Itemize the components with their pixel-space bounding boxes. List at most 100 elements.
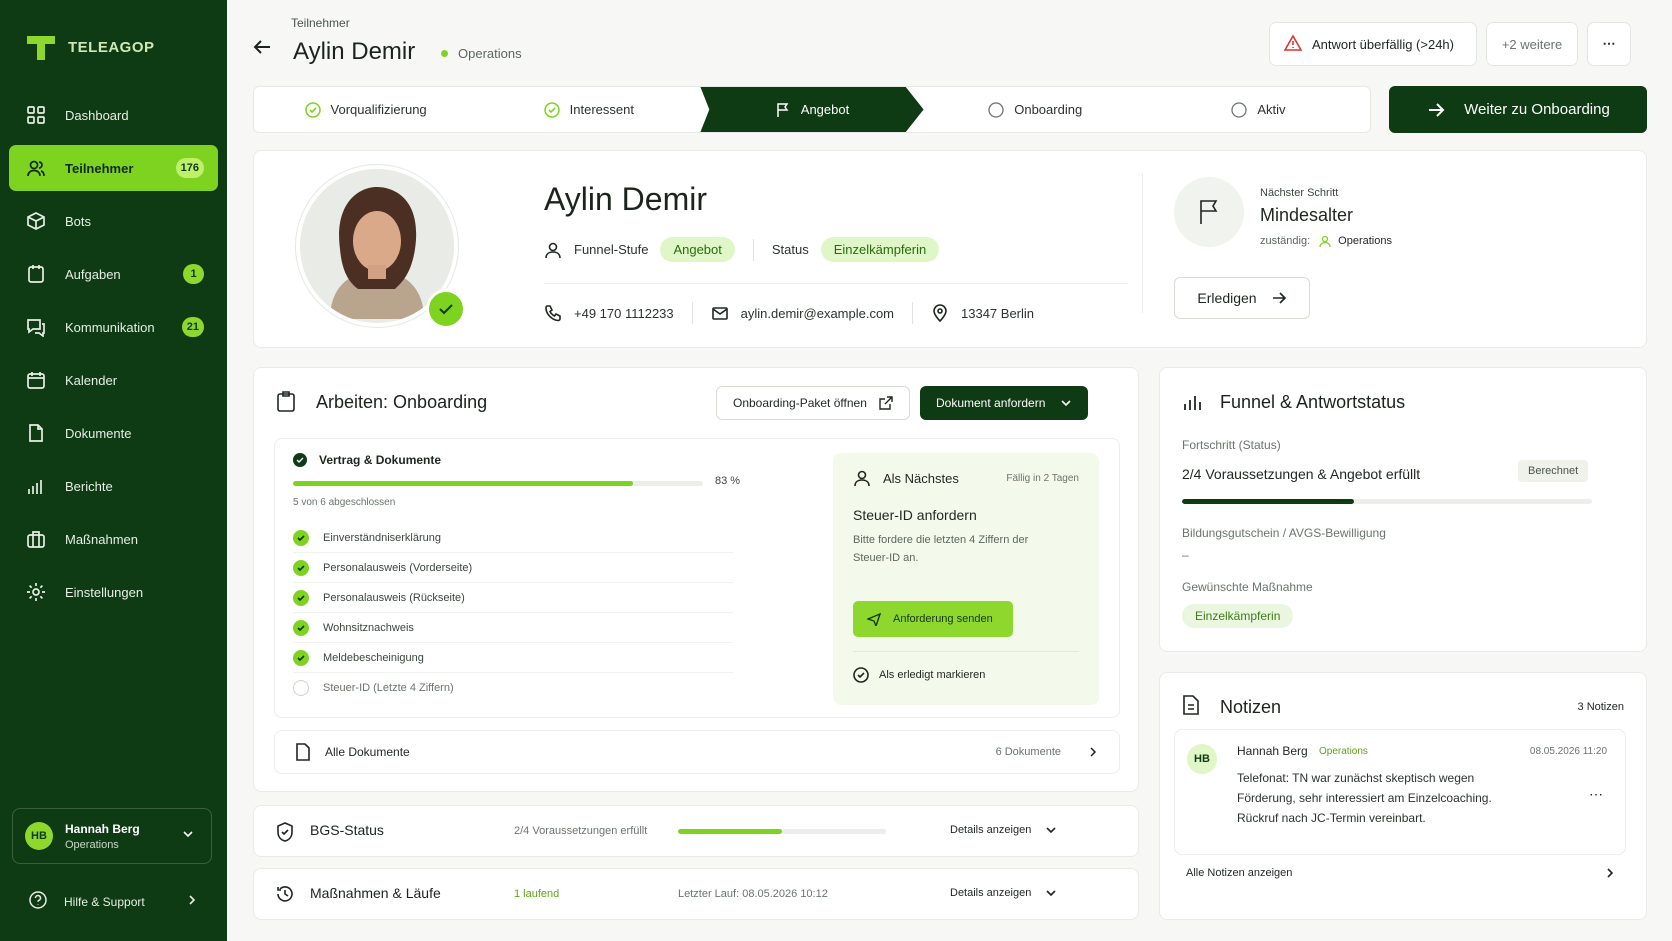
step-angebot[interactable]: Angebot [700,87,924,132]
step-label: Aktiv [1257,102,1286,117]
arrow-right-icon [1429,102,1445,117]
open-package-button[interactable]: Onboarding-Paket öffnen [716,386,910,420]
email-link[interactable]: aylin.demir@example.com [741,306,894,321]
step-aktiv[interactable]: Aktiv [1147,87,1370,132]
sidebar-item-kommunikation[interactable]: Kommunikation 21 [9,304,218,350]
divider [752,238,754,261]
request-document-dropdown[interactable]: Dokument anfordern [920,386,1088,420]
divider [1142,173,1143,313]
sidebar-item-bots[interactable]: Bots [9,198,218,244]
sidebar: TELEAGOP Dashboard Teilnehmer 176 Bots A… [0,0,227,941]
sidebar-item-teilnehmer[interactable]: Teilnehmer 176 [9,145,218,191]
status-badge: Einzelkämpferin [820,237,940,262]
more-options-icon[interactable]: ⋯ [1589,786,1603,803]
user-menu[interactable]: HB Hannah Berg Operations [12,808,212,864]
item-label: Personalausweis (Vorderseite) [323,561,473,574]
document-icon [296,743,310,761]
send-request-button[interactable]: Anforderung senden [853,601,1013,637]
documents-progress-bar [293,481,703,486]
arrow-right-icon [1272,292,1286,304]
next-stage-button[interactable]: Weiter zu Onboarding [1389,86,1647,133]
step-vorqualifizierung[interactable]: Vorqualifizierung [254,87,477,132]
bgs-summary: 2/4 Voraussetzungen erfüllt [514,825,648,837]
check-circle-icon [293,453,307,467]
note-item[interactable]: HB Hannah Berg Operations 08.05.2026 11:… [1174,729,1626,855]
details-toggle[interactable]: Details anzeigen [950,824,1057,836]
logo[interactable]: TELEAGOP [24,30,155,64]
flag-icon [777,102,789,117]
step-onboarding[interactable]: Onboarding [924,87,1147,132]
list-item[interactable]: Einverständniserklärung [293,523,733,553]
item-label: Einverständniserklärung [323,531,442,544]
funnel-stage-label: Funnel-Stufe [574,242,649,257]
row-title: Maßnahmen & Läufe [310,885,441,901]
sidebar-item-label: Bots [65,213,92,229]
details-toggle[interactable]: Details anzeigen [950,887,1057,899]
step-label: Onboarding [1014,102,1083,117]
last-run: Letzter Lauf: 08.05.2026 10:12 [678,888,828,900]
sidebar-item-dokumente[interactable]: Dokumente [9,410,218,456]
chevron-right-icon [1607,868,1614,878]
chevron-right-icon [1090,747,1097,757]
calendar-icon [25,369,47,391]
all-documents-row[interactable]: Alle Dokumente 6 Dokumente [274,730,1120,774]
sidebar-item-massnahmen[interactable]: Maßnahmen [9,516,218,562]
help-support-link[interactable]: Hilfe & Support [28,890,198,913]
tasks-icon [25,263,47,285]
owner-value: Operations [1338,235,1392,247]
list-item[interactable]: Meldebescheinigung [293,643,733,673]
next-action-panel: Als Nächstes Fällig in 2 Tagen Steuer-ID… [833,453,1099,705]
check-circle-icon [293,589,309,606]
sidebar-item-dashboard[interactable]: Dashboard [9,92,218,138]
overdue-alert-button[interactable]: Antwort überfällig (>24h) [1269,22,1477,66]
voucher-label: Bildungsgutschein / AVGS-Bewilligung [1182,526,1386,540]
step-label: Angebot [800,102,850,117]
chart-icon [25,475,47,497]
phone-link[interactable]: +49 170 1112233 [574,306,674,321]
location-icon [933,304,947,322]
logo-icon [27,36,55,60]
button-label: Dokument anfordern [936,396,1046,410]
bgs-status-row[interactable]: BGS-Status 2/4 Voraussetzungen erfüllt D… [253,805,1139,857]
sidebar-item-aufgaben[interactable]: Aufgaben 1 [9,251,218,297]
check-circle-icon [304,101,321,118]
count-badge: 21 [181,317,204,337]
step-interessent[interactable]: Interessent [477,87,700,132]
breadcrumb[interactable]: Teilnehmer [291,16,350,30]
measures-runs-row[interactable]: Maßnahmen & Läufe 1 laufend Letzter Lauf… [253,868,1139,920]
back-arrow-icon[interactable] [251,36,273,64]
participant-name: Aylin Demir [544,181,707,217]
all-notes-link[interactable]: Alle Notizen anzeigen [1186,867,1616,879]
item-label: Meldebescheinigung [323,651,424,664]
more-alerts-button[interactable]: +2 weitere [1486,22,1578,66]
list-item[interactable]: Personalausweis (Vorderseite) [293,553,733,583]
sidebar-item-label: Aufgaben [65,266,121,282]
documents-count: 6 Dokumente [995,746,1061,758]
location-text: 13347 Berlin [961,305,1035,321]
count-badge: 176 [175,158,204,178]
team-indicator: Operations [441,46,522,61]
list-item[interactable]: Wohnsitznachweis [293,613,733,643]
list-item[interactable]: Personalausweis (Rückseite) [293,583,733,613]
step-label: Vorqualifizierung [330,102,427,117]
note-author: Hannah Berg [1237,744,1308,758]
mail-icon [711,307,728,320]
item-label: Wohnsitznachweis [323,621,414,634]
more-options-icon[interactable]: ⋯ [1587,22,1631,66]
progress-fill [678,829,782,834]
row-label: Alle Dokumente [325,745,410,759]
divider [853,651,1079,652]
erledigen-button[interactable]: Erledigen [1174,277,1310,319]
chevron-down-icon [1046,827,1056,834]
phone-icon [545,305,561,322]
sidebar-item-kalender[interactable]: Kalender [9,357,218,403]
note-text: Telefonat: TN war zunächst skeptisch weg… [1237,771,1492,825]
list-item[interactable]: Steuer-ID (Letzte 4 Ziffern) [293,673,733,703]
mark-done-button[interactable]: Als erledigt markieren [853,667,985,683]
sidebar-item-berichte[interactable]: Berichte [9,463,218,509]
card-title: Arbeiten: Onboarding [316,392,488,412]
sidebar-item-einstellungen[interactable]: Einstellungen [9,569,218,615]
sidebar-item-label: Teilnehmer [65,160,134,176]
team-label: Operations [458,46,522,61]
funnel-stepper: Vorqualifizierung Interessent Angebot On… [253,86,1371,133]
